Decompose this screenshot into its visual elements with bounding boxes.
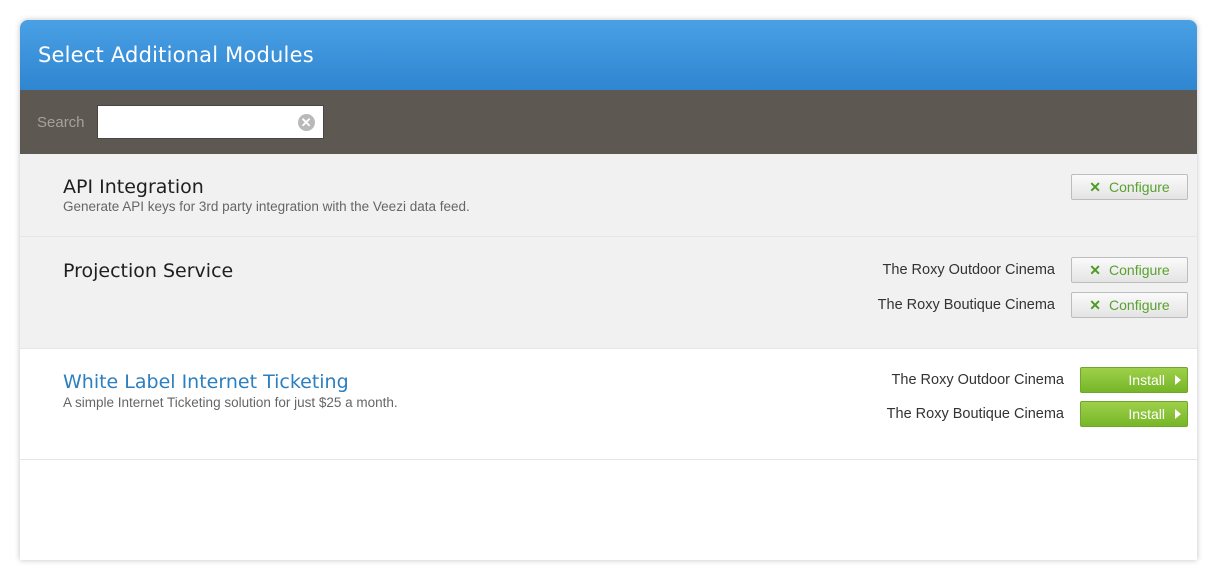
x-icon: ✕ — [1089, 178, 1102, 195]
module-projection-service: Projection Service The Roxy Outdoor Cine… — [20, 237, 1197, 349]
module-name: API Integration — [63, 176, 204, 198]
configure-label: Configure — [1109, 262, 1170, 278]
configure-button[interactable]: ✕ Configure — [1071, 174, 1188, 200]
module-name-link[interactable]: White Label Internet Ticketing — [63, 371, 349, 393]
search-label: Search — [37, 113, 85, 131]
action-row: The Roxy Boutique Cinema ✕ Configure — [878, 292, 1188, 318]
install-button[interactable]: Install — [1080, 401, 1188, 427]
venue-label: The Roxy Boutique Cinema — [877, 297, 1055, 313]
arrow-right-icon — [1175, 375, 1181, 385]
install-label: Install — [1128, 372, 1165, 388]
modules-panel: Select Additional Modules Search ✕ API I… — [20, 20, 1197, 560]
install-label: Install — [1128, 406, 1165, 422]
search-box: ✕ — [96, 105, 324, 139]
x-icon: ✕ — [1089, 296, 1102, 313]
x-icon: ✕ — [1089, 261, 1102, 278]
action-row: The Roxy Outdoor Cinema Install — [892, 367, 1188, 393]
venue-label: The Roxy Outdoor Cinema — [891, 372, 1064, 388]
search-input[interactable] — [103, 107, 288, 139]
venue-label: The Roxy Boutique Cinema — [886, 406, 1064, 422]
venue-label: The Roxy Outdoor Cinema — [882, 262, 1055, 278]
action-row: ✕ Configure — [1071, 174, 1188, 200]
install-button[interactable]: Install — [1080, 367, 1188, 393]
configure-button[interactable]: ✕ Configure — [1071, 257, 1188, 283]
module-api-integration: API Integration Generate API keys for 3r… — [20, 154, 1197, 237]
module-white-label-ticketing: White Label Internet Ticketing A simple … — [20, 349, 1197, 460]
configure-label: Configure — [1109, 297, 1170, 313]
action-row: The Roxy Boutique Cinema Install — [887, 401, 1188, 427]
module-description: A simple Internet Ticketing solution for… — [63, 395, 398, 410]
arrow-right-icon — [1175, 409, 1181, 419]
action-row: The Roxy Outdoor Cinema ✕ Configure — [883, 257, 1188, 283]
module-description: Generate API keys for 3rd party integrat… — [63, 199, 470, 214]
clear-search-icon[interactable]: ✕ — [297, 114, 315, 131]
configure-label: Configure — [1109, 179, 1170, 195]
page-title: Select Additional Modules — [38, 43, 314, 67]
title-bar: Select Additional Modules — [20, 20, 1197, 90]
search-bar: Search ✕ — [20, 90, 1197, 154]
configure-button[interactable]: ✕ Configure — [1071, 292, 1188, 318]
module-name: Projection Service — [63, 260, 234, 282]
